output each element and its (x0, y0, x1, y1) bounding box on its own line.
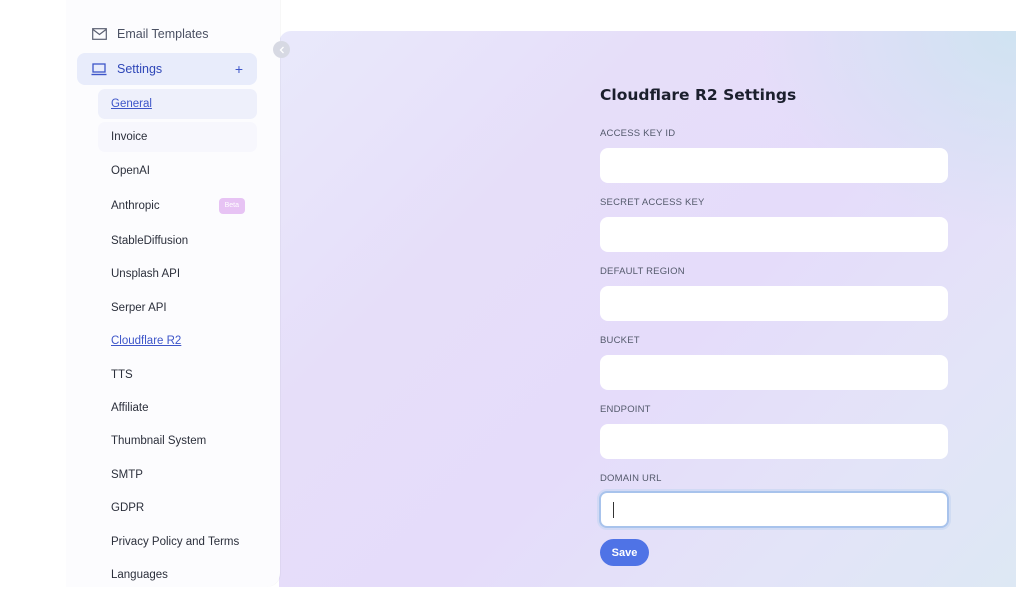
sidebar-subitem-invoice[interactable]: Invoice (98, 122, 257, 152)
sidebar: Email Templates Settings + General Invoi… (66, 0, 280, 587)
endpoint-label: ENDPOINT (600, 404, 651, 415)
bucket-input[interactable] (600, 355, 948, 390)
collapse-sidebar-button[interactable] (273, 41, 290, 58)
sidebar-subitem-label: Languages (111, 569, 168, 581)
sidebar-subitem-languages[interactable]: Languages (98, 560, 257, 587)
sidebar-subitem-label: GDPR (111, 502, 145, 514)
sidebar-subitem-general[interactable]: General (98, 89, 257, 119)
sidebar-subitem-label: Cloudflare R2 (111, 335, 182, 347)
sidebar-subitem-anthropic[interactable]: Anthropic Beta (98, 191, 257, 221)
mail-icon (91, 27, 107, 41)
sidebar-subitem-openai[interactable]: OpenAI (98, 156, 257, 186)
sidebar-subitem-affiliate[interactable]: Affiliate (98, 393, 257, 423)
sidebar-item-email-templates[interactable]: Email Templates (77, 18, 257, 50)
save-button[interactable]: Save (600, 539, 649, 566)
background-glow (756, 31, 1016, 231)
secret-access-key-input[interactable] (600, 217, 948, 252)
sidebar-subitem-label: StableDiffusion (111, 235, 189, 247)
sidebar-subitem-label: Affiliate (111, 402, 149, 414)
secret-access-key-label: SECRET ACCESS KEY (600, 197, 705, 208)
expand-plus-icon[interactable]: + (235, 61, 243, 77)
laptop-icon (91, 62, 107, 76)
sidebar-subitem-cloudflare-r2[interactable]: Cloudflare R2 (98, 326, 257, 356)
sidebar-subitem-label: Anthropic (111, 200, 160, 212)
sidebar-subitem-label: OpenAI (111, 165, 150, 177)
sidebar-subitem-label: Privacy Policy and Terms (111, 536, 240, 548)
bucket-label: BUCKET (600, 335, 640, 346)
sidebar-subitem-privacy-policy[interactable]: Privacy Policy and Terms (98, 527, 257, 557)
sidebar-item-label: Email Templates (117, 27, 209, 41)
text-caret (613, 502, 614, 518)
sidebar-subitem-tts[interactable]: TTS (98, 360, 257, 390)
chevron-left-icon (279, 46, 284, 53)
sidebar-subitem-label: Thumbnail System (111, 435, 207, 447)
sidebar-subitem-label: TTS (111, 369, 133, 381)
endpoint-input[interactable] (600, 424, 948, 459)
access-key-id-input[interactable] (600, 148, 948, 183)
sidebar-subitem-gdpr[interactable]: GDPR (98, 493, 257, 523)
default-region-label: DEFAULT REGION (600, 266, 685, 277)
sidebar-subitem-label: Invoice (111, 131, 148, 143)
sidebar-item-settings[interactable]: Settings + (77, 53, 257, 85)
beta-badge: Beta (218, 198, 245, 214)
sidebar-subitem-unsplash-api[interactable]: Unsplash API (98, 259, 257, 289)
sidebar-item-label: Settings (117, 62, 163, 76)
sidebar-subitem-stablediffusion[interactable]: StableDiffusion (98, 226, 257, 256)
sidebar-subitem-label: SMTP (111, 469, 143, 481)
sidebar-subitem-label: Unsplash API (111, 268, 181, 280)
sidebar-subitem-label: General (111, 98, 152, 110)
sidebar-subitem-thumbnail-system[interactable]: Thumbnail System (98, 426, 257, 456)
sidebar-subitem-smtp[interactable]: SMTP (98, 460, 257, 490)
sidebar-subitem-label: Serper API (111, 302, 167, 314)
domain-url-label: DOMAIN URL (600, 473, 662, 484)
default-region-input[interactable] (600, 286, 948, 321)
domain-url-input[interactable] (599, 491, 949, 528)
access-key-id-label: ACCESS KEY ID (600, 128, 676, 139)
sidebar-subitem-serper-api[interactable]: Serper API (98, 293, 257, 323)
page-title: Cloudflare R2 Settings (600, 86, 797, 104)
